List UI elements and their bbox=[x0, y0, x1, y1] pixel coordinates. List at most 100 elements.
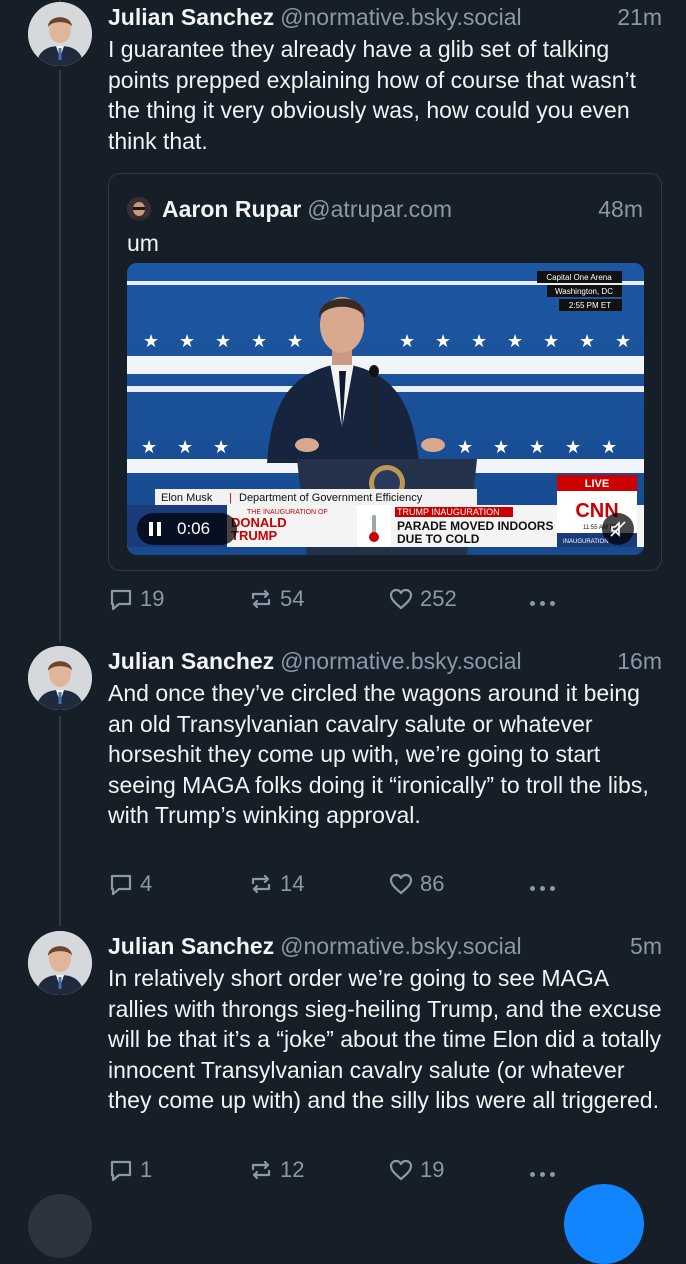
repost-button[interactable]: 54 bbox=[248, 586, 304, 612]
chyron-title: Department of Government Efficiency bbox=[239, 492, 423, 504]
like-count: 252 bbox=[420, 586, 457, 611]
svg-text:★: ★ bbox=[471, 331, 487, 352]
svg-text:★: ★ bbox=[601, 437, 617, 458]
svg-text:★: ★ bbox=[615, 331, 631, 352]
video-player[interactable]: ★ ★ ★ ★ ★ ★ ★ ★ ★ ★ ★ ★ ★ ★ ★ ★ ★ ★ ★ ★ bbox=[127, 263, 644, 555]
svg-text:★: ★ bbox=[529, 437, 545, 458]
author-name[interactable]: Julian Sanchez bbox=[108, 648, 274, 674]
quoted-post-time[interactable]: 48m bbox=[598, 192, 643, 226]
svg-text:★: ★ bbox=[507, 331, 523, 352]
repost-icon bbox=[251, 874, 271, 894]
video-elapsed: 0:06 bbox=[177, 519, 211, 538]
headline-2: DUE TO COLD bbox=[397, 532, 480, 546]
post-actions: 19 54 252 bbox=[108, 586, 662, 620]
reply-icon bbox=[110, 1160, 132, 1182]
video-controls[interactable]: 0:06 bbox=[137, 513, 237, 545]
next-post-avatar[interactable] bbox=[28, 1194, 92, 1258]
mute-icon[interactable] bbox=[602, 513, 634, 545]
like-button[interactable]: 252 bbox=[388, 586, 457, 612]
reply-count: 19 bbox=[140, 586, 165, 611]
like-button[interactable]: 86 bbox=[388, 871, 444, 897]
svg-text:★: ★ bbox=[287, 331, 303, 352]
compose-button[interactable] bbox=[564, 1184, 644, 1264]
svg-text:★: ★ bbox=[579, 331, 595, 352]
repost-count: 14 bbox=[280, 871, 305, 896]
repost-count: 12 bbox=[280, 1157, 305, 1182]
post-time[interactable]: 5m bbox=[630, 929, 662, 963]
like-count: 86 bbox=[420, 871, 445, 896]
post-actions: 4 14 86 bbox=[108, 871, 662, 905]
location-line-1: Capital One Arena bbox=[546, 273, 612, 282]
like-icon bbox=[389, 873, 413, 895]
svg-text:★: ★ bbox=[565, 437, 581, 458]
live-label: LIVE bbox=[585, 478, 609, 490]
thread-line bbox=[59, 70, 61, 642]
thread-line bbox=[59, 716, 61, 926]
avatar[interactable] bbox=[28, 2, 92, 66]
pause-icon[interactable] bbox=[149, 522, 161, 536]
svg-text:★: ★ bbox=[435, 331, 451, 352]
author-name[interactable]: Julian Sanchez bbox=[108, 4, 274, 30]
repost-button[interactable]: 14 bbox=[248, 871, 304, 897]
reply-count: 1 bbox=[140, 1157, 153, 1182]
chyron-speaker: Elon Musk bbox=[161, 492, 213, 504]
quoted-avatar bbox=[127, 197, 151, 221]
svg-text:★: ★ bbox=[213, 437, 229, 458]
headline-1: PARADE MOVED INDOORS bbox=[397, 519, 553, 533]
reply-button[interactable]: 1 bbox=[108, 1157, 152, 1183]
post-time[interactable]: 16m bbox=[617, 644, 662, 678]
news-tag: TRUMP INAUGURATION bbox=[397, 507, 500, 517]
like-button[interactable]: 19 bbox=[388, 1157, 444, 1183]
location-line-2: Washington, DC bbox=[555, 287, 613, 296]
post-actions: 1 12 19 bbox=[108, 1157, 662, 1191]
quoted-author-name[interactable]: Aaron Rupar bbox=[162, 196, 301, 222]
repost-count: 54 bbox=[280, 586, 305, 611]
post-header: Julian Sanchez @normative.bsky.social 5m bbox=[108, 929, 662, 963]
post-header: Julian Sanchez @normative.bsky.social 16m bbox=[108, 644, 662, 678]
avatar[interactable] bbox=[28, 931, 92, 995]
svg-text:★: ★ bbox=[143, 331, 159, 352]
repost-button[interactable]: 12 bbox=[248, 1157, 304, 1183]
svg-text:|: | bbox=[229, 492, 232, 504]
repost-icon bbox=[251, 1160, 271, 1180]
more-options-icon[interactable] bbox=[530, 586, 555, 620]
quoted-author-handle[interactable]: @atrupar.com bbox=[307, 196, 452, 222]
more-options-icon[interactable] bbox=[530, 871, 555, 905]
author-handle[interactable]: @normative.bsky.social bbox=[280, 648, 522, 674]
post-text: And once they’ve circled the wagons arou… bbox=[108, 680, 649, 828]
quoted-post-header: Aaron Rupar @atrupar.com 48m bbox=[127, 192, 643, 226]
reply-icon bbox=[110, 874, 132, 896]
more-options-icon[interactable] bbox=[530, 1157, 555, 1191]
like-icon bbox=[389, 1159, 413, 1181]
svg-text:★: ★ bbox=[493, 437, 509, 458]
post-text: In relatively short order we’re going to… bbox=[108, 965, 662, 1113]
svg-text:★: ★ bbox=[251, 331, 267, 352]
video-frame: ★ ★ ★ ★ ★ ★ ★ ★ ★ ★ ★ ★ ★ ★ ★ ★ ★ ★ ★ ★ bbox=[127, 263, 644, 555]
svg-text:★: ★ bbox=[141, 437, 157, 458]
reply-button[interactable]: 4 bbox=[108, 871, 152, 897]
svg-text:★: ★ bbox=[457, 437, 473, 458]
author-handle[interactable]: @normative.bsky.social bbox=[280, 4, 522, 30]
like-count: 19 bbox=[420, 1157, 445, 1182]
corner-tag: INAUGURATION bbox=[563, 539, 609, 545]
like-icon bbox=[389, 588, 413, 610]
post-time[interactable]: 21m bbox=[617, 0, 662, 34]
svg-text:★: ★ bbox=[543, 331, 559, 352]
svg-text:★: ★ bbox=[215, 331, 231, 352]
quoted-post-text: um bbox=[127, 230, 159, 256]
reply-button[interactable]: 19 bbox=[108, 586, 164, 612]
post-header: Julian Sanchez @normative.bsky.social 21m bbox=[108, 0, 662, 34]
author-name[interactable]: Julian Sanchez bbox=[108, 933, 274, 959]
svg-text:★: ★ bbox=[179, 331, 195, 352]
author-handle[interactable]: @normative.bsky.social bbox=[280, 933, 522, 959]
reply-count: 4 bbox=[140, 871, 153, 896]
repost-icon bbox=[251, 589, 271, 609]
post-text: I guarantee they already have a glib set… bbox=[108, 36, 637, 154]
event-name-2: TRUMP bbox=[231, 528, 278, 543]
reply-icon bbox=[110, 589, 132, 611]
avatar[interactable] bbox=[28, 646, 92, 710]
svg-text:★: ★ bbox=[399, 331, 415, 352]
svg-text:★: ★ bbox=[177, 437, 193, 458]
quoted-post[interactable]: Aaron Rupar @atrupar.com 48m um ★ ★ ★ ★ ★ bbox=[108, 173, 662, 571]
location-time: 2:55 PM ET bbox=[569, 301, 611, 310]
